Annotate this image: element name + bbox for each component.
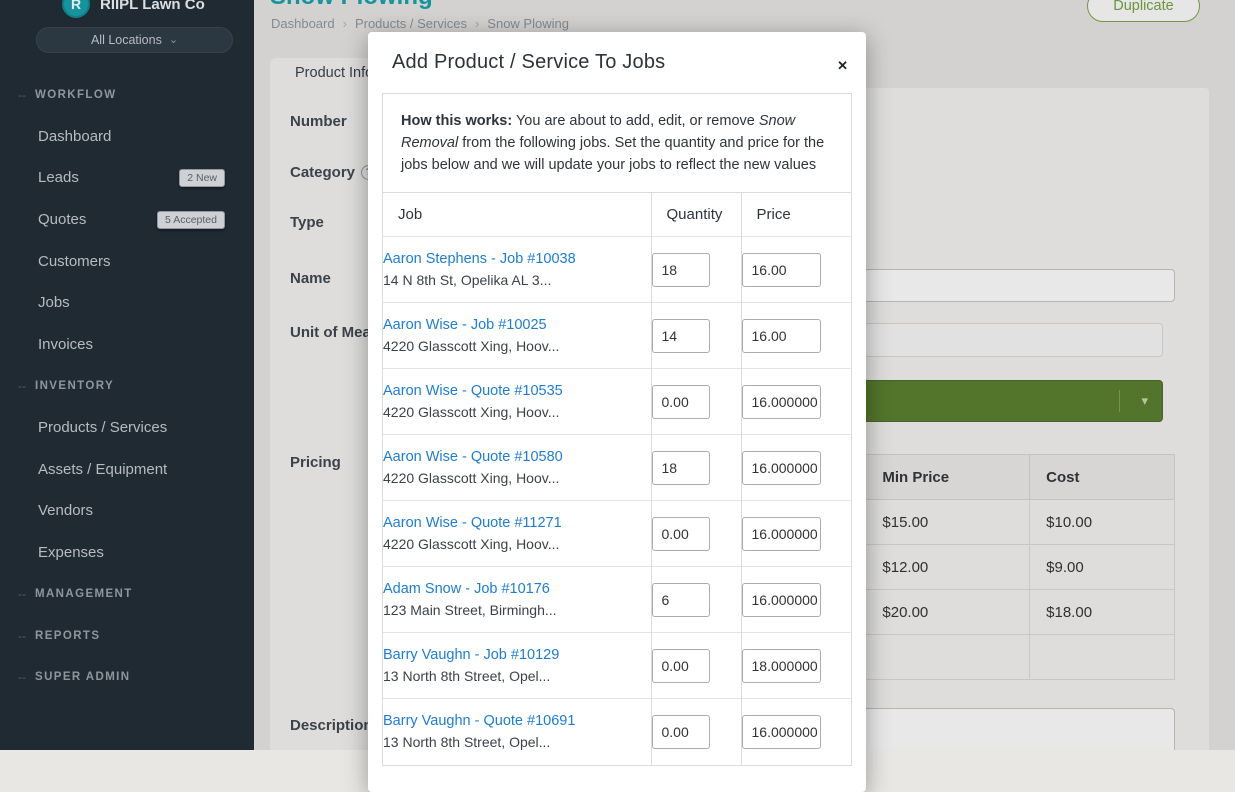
price-input[interactable]: [742, 253, 821, 287]
job-link[interactable]: Aaron Wise - Quote #11271: [383, 515, 651, 531]
job-link[interactable]: Aaron Stephens - Job #10038: [383, 251, 651, 267]
price-input[interactable]: [742, 319, 821, 353]
modal-title: Add Product / Service To Jobs: [392, 51, 842, 74]
intro-text-1: You are about to add, edit, or remove: [512, 113, 759, 129]
job-cell: Aaron Wise - Quote #10535 4220 Glasscott …: [383, 369, 651, 435]
jobs-table-header-row: JobQuantityPrice: [383, 193, 851, 237]
job-row: Aaron Wise - Quote #10580 4220 Glasscott …: [383, 435, 851, 501]
intro-bold: How this works:: [401, 113, 512, 129]
quantity-cell: [651, 303, 741, 369]
jobs-column-header: Price: [741, 193, 851, 237]
job-row: Barry Vaughn - Quote #10691 13 North 8th …: [383, 699, 851, 765]
quantity-cell: [651, 369, 741, 435]
job-cell: Adam Snow - Job #10176 123 Main Street, B…: [383, 567, 651, 633]
job-link[interactable]: Barry Vaughn - Quote #10691: [383, 713, 651, 729]
price-cell: [741, 567, 851, 633]
price-cell: [741, 501, 851, 567]
job-cell: Aaron Stephens - Job #10038 14 N 8th St, …: [383, 237, 651, 303]
job-row: Aaron Stephens - Job #10038 14 N 8th St, …: [383, 237, 851, 303]
job-address: 4220 Glasscott Xing, Hoov...: [383, 338, 651, 354]
price-input[interactable]: [742, 385, 821, 419]
jobs-column-header: Quantity: [651, 193, 741, 237]
price-cell: [741, 369, 851, 435]
quantity-input[interactable]: [652, 319, 710, 353]
job-link[interactable]: Aaron Wise - Quote #10535: [383, 383, 651, 399]
modal-content: How this works: You are about to add, ed…: [382, 93, 852, 766]
quantity-cell: [651, 501, 741, 567]
quantity-input[interactable]: [652, 451, 710, 485]
job-link[interactable]: Adam Snow - Job #10176: [383, 581, 651, 597]
job-address: 14 N 8th St, Opelika AL 3...: [383, 272, 651, 288]
job-cell: Aaron Wise - Job #10025 4220 Glasscott Xi…: [383, 303, 651, 369]
job-cell: Barry Vaughn - Job #10129 13 North 8th St…: [383, 633, 651, 699]
quantity-input[interactable]: [652, 715, 710, 749]
job-row: Adam Snow - Job #10176 123 Main Street, B…: [383, 567, 851, 633]
close-icon[interactable]: ✕: [833, 54, 852, 78]
price-cell: [741, 303, 851, 369]
jobs-column-header: Job: [383, 193, 651, 237]
job-link[interactable]: Barry Vaughn - Job #10129: [383, 647, 651, 663]
price-input[interactable]: [742, 715, 821, 749]
job-cell: Aaron Wise - Quote #10580 4220 Glasscott …: [383, 435, 651, 501]
job-row: Aaron Wise - Quote #11271 4220 Glasscott …: [383, 501, 851, 567]
job-address: 4220 Glasscott Xing, Hoov...: [383, 404, 651, 420]
job-cell: Barry Vaughn - Quote #10691 13 North 8th …: [383, 699, 651, 765]
add-product-to-jobs-modal: Add Product / Service To Jobs ✕ How this…: [368, 32, 866, 792]
job-cell: Aaron Wise - Quote #11271 4220 Glasscott …: [383, 501, 651, 567]
job-row: Aaron Wise - Job #10025 4220 Glasscott Xi…: [383, 303, 851, 369]
price-input[interactable]: [742, 649, 821, 683]
jobs-table: JobQuantityPrice Aaron Stephens - Job #1…: [383, 192, 851, 765]
job-link[interactable]: Aaron Wise - Job #10025: [383, 317, 651, 333]
job-row: Aaron Wise - Quote #10535 4220 Glasscott …: [383, 369, 851, 435]
quantity-cell: [651, 237, 741, 303]
intro-text-2: from the following jobs. Set the quantit…: [401, 135, 824, 173]
price-input[interactable]: [742, 451, 821, 485]
quantity-cell: [651, 633, 741, 699]
job-address: 13 North 8th Street, Opel...: [383, 668, 651, 684]
price-input[interactable]: [742, 517, 821, 551]
modal-intro-text: How this works: You are about to add, ed…: [383, 94, 851, 192]
price-cell: [741, 237, 851, 303]
quantity-cell: [651, 435, 741, 501]
quantity-cell: [651, 567, 741, 633]
job-address: 4220 Glasscott Xing, Hoov...: [383, 536, 651, 552]
job-row: Barry Vaughn - Job #10129 13 North 8th St…: [383, 633, 851, 699]
price-input[interactable]: [742, 583, 821, 617]
job-address: 4220 Glasscott Xing, Hoov...: [383, 470, 651, 486]
quantity-input[interactable]: [652, 253, 710, 287]
price-cell: [741, 699, 851, 765]
job-link[interactable]: Aaron Wise - Quote #10580: [383, 449, 651, 465]
quantity-input[interactable]: [652, 649, 710, 683]
job-address: 123 Main Street, Birmingh...: [383, 602, 651, 618]
quantity-input[interactable]: [652, 517, 710, 551]
quantity-cell: [651, 699, 741, 765]
price-cell: [741, 435, 851, 501]
jobs-table-body: Aaron Stephens - Job #10038 14 N 8th St, …: [383, 237, 851, 765]
price-cell: [741, 633, 851, 699]
modal-header: Add Product / Service To Jobs ✕: [368, 32, 866, 93]
quantity-input[interactable]: [652, 385, 710, 419]
quantity-input[interactable]: [652, 583, 710, 617]
job-address: 13 North 8th Street, Opel...: [383, 734, 651, 750]
